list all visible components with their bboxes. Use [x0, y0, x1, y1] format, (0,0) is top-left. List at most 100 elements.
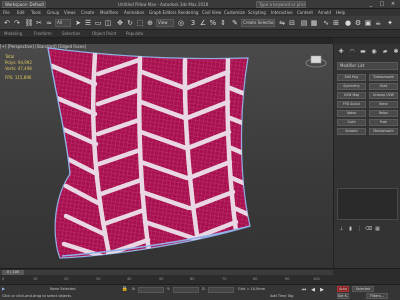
modifier-button[interactable]: Symmetry [337, 83, 366, 90]
perspective-viewport[interactable]: [+] [Perspective] [Standard] [Edged Face… [0, 44, 333, 268]
tab-object-paint[interactable]: Object Paint [92, 31, 116, 37]
display-icon[interactable]: ▰ [380, 48, 390, 56]
modifier-button[interactable]: Edit Poly [337, 74, 366, 81]
tab-modeling[interactable]: Modeling [4, 31, 22, 37]
search-input[interactable]: Type a keyword or phrase [256, 1, 306, 8]
create-icon[interactable]: ✚ [336, 48, 346, 56]
undo-icon[interactable]: ↶ [2, 18, 12, 28]
modifier-button[interactable]: Unwrap UVW [369, 92, 398, 99]
rendered-frame-window-icon[interactable]: ▣ [363, 18, 373, 28]
modifier-button[interactable]: Shell [369, 83, 398, 90]
menu-content[interactable]: Content [297, 9, 313, 16]
scene-explorer-icon[interactable]: ▤ [299, 18, 309, 28]
align-icon[interactable]: ⊟ [287, 18, 297, 28]
rotate-icon[interactable]: ↻ [125, 18, 135, 28]
render-iterative-icon[interactable]: ✦ [385, 18, 395, 28]
configure-sets-icon[interactable]: ▦ [374, 226, 381, 233]
utilities-icon[interactable]: ✱ [391, 48, 400, 56]
angle-snap-icon[interactable]: ∠ [198, 18, 208, 28]
pivot-center-icon[interactable]: ◎ [176, 18, 186, 28]
menu-graph-editors[interactable]: Graph Editors [149, 9, 176, 16]
play-icon[interactable]: ▶ [318, 287, 326, 294]
x-coordinate-field[interactable] [138, 287, 164, 293]
go-to-start-icon[interactable]: ⏮ [300, 287, 308, 294]
close-button[interactable]: × [388, 0, 398, 9]
z-coordinate-field[interactable] [208, 287, 234, 293]
make-unique-icon[interactable]: ⋮ [356, 226, 363, 233]
selection-filter-dropdown[interactable]: All [55, 19, 71, 27]
modifier-button[interactable]: Relax [369, 110, 398, 117]
menu-create[interactable]: Create [81, 9, 94, 16]
spinner-snap-icon[interactable]: ⇕ [218, 18, 228, 28]
motion-icon[interactable]: ◉ [369, 48, 379, 56]
menu-scripting[interactable]: Scripting [248, 9, 266, 16]
tab-populate[interactable]: Populate [126, 31, 143, 37]
minimize-button[interactable]: _ [366, 0, 376, 9]
bind-space-warp-icon[interactable]: ≈ [44, 18, 54, 28]
modifier-button[interactable]: Meshsmooth [369, 128, 398, 135]
named-selection-dropdown[interactable]: Create Selection Se [241, 19, 275, 27]
tab-freeform[interactable]: Freeform [34, 31, 52, 37]
unlink-icon[interactable]: ✂ [34, 18, 44, 28]
time-slider[interactable]: 0 / 100 [0, 270, 333, 275]
layer-explorer-icon[interactable]: ▦ [309, 18, 319, 28]
scale-icon[interactable]: ⬚ [135, 18, 145, 28]
menu-group[interactable]: Group [47, 9, 59, 16]
render-setup-icon[interactable]: ⚙ [353, 18, 363, 28]
modifier-button[interactable]: Push [369, 119, 398, 126]
render-production-icon[interactable]: ☕ [373, 18, 383, 28]
redo-icon[interactable]: ↷ [12, 18, 22, 28]
material-editor-icon[interactable]: ● [343, 18, 353, 28]
y-coordinate-field[interactable] [173, 287, 199, 293]
percent-snap-icon[interactable]: % [208, 18, 218, 28]
menu-interactive[interactable]: Interactive [271, 9, 293, 16]
set-key-button[interactable]: Set K. [337, 293, 349, 299]
menu-help[interactable]: Help [336, 9, 345, 16]
modifier-button[interactable]: Noise [337, 110, 366, 117]
reference-coordinate-dropdown[interactable]: View [156, 19, 174, 27]
menu-modifiers[interactable]: Modifiers [100, 9, 118, 16]
snaps-toggle-icon[interactable]: 3 [188, 18, 198, 28]
key-filters-button[interactable]: Filters... [366, 293, 388, 299]
mirror-icon[interactable]: ⇋ [277, 18, 287, 28]
previous-frame-icon[interactable]: ◀ [309, 287, 317, 294]
auto-key-button[interactable]: Auto [337, 286, 349, 292]
window-crossing-icon[interactable]: ◫ [103, 18, 113, 28]
edit-named-selection-icon[interactable]: ✎ [230, 18, 240, 28]
pin-stack-icon[interactable]: ⊥ [338, 226, 345, 233]
menu-animation[interactable]: Animation [124, 9, 144, 16]
hierarchy-icon[interactable]: ▬ [358, 48, 368, 56]
maximize-button[interactable]: □ [377, 0, 387, 9]
add-time-tag[interactable]: Add Time Tag [270, 293, 294, 299]
key-mode-dropdown[interactable]: Selected [352, 286, 374, 292]
menu-file[interactable]: File [3, 9, 10, 16]
place-icon[interactable]: ⊕ [145, 18, 155, 28]
menu-views[interactable]: Views [64, 9, 76, 16]
modify-icon[interactable]: ◠ [347, 48, 357, 56]
remove-modifier-icon[interactable]: ⌫ [365, 226, 372, 233]
select-by-name-icon[interactable]: ☰ [83, 18, 93, 28]
modifier-button[interactable]: Bend [369, 101, 398, 108]
curve-editor-icon[interactable]: ∿ [321, 18, 331, 28]
menu-civil-view[interactable]: Civil View [202, 9, 221, 16]
schematic-view-icon[interactable]: ⊞ [331, 18, 341, 28]
show-end-result-icon[interactable]: ▮ [347, 226, 354, 233]
menu-arnold[interactable]: Arnold [318, 9, 331, 16]
select-object-icon[interactable]: ➤ [73, 18, 83, 28]
menu-tools[interactable]: Tools [31, 9, 41, 16]
workspace-selector[interactable]: Workspace: Default [2, 1, 46, 8]
modifier-button[interactable]: Cloth [337, 119, 366, 126]
modifier-button[interactable]: Turbosmooth [369, 74, 398, 81]
modifier-list-dropdown[interactable]: Modifier List [337, 62, 398, 70]
modifier-button[interactable]: FFD 4x4x4 [337, 101, 366, 108]
move-icon[interactable]: ✥ [115, 18, 125, 28]
time-slider-thumb[interactable]: 0 / 100 [2, 270, 24, 275]
menu-customize[interactable]: Customize [224, 9, 245, 16]
viewcube-icon[interactable] [305, 54, 327, 68]
tab-selection[interactable]: Selection [62, 31, 80, 37]
modifier-stack[interactable] [337, 188, 398, 220]
maxscript-listener-icon[interactable]: ▶ [2, 286, 5, 292]
modifier-button[interactable]: UVW Map [337, 92, 366, 99]
modifier-button[interactable]: Smooth [337, 128, 366, 135]
menu-rendering[interactable]: Rendering [178, 9, 198, 16]
